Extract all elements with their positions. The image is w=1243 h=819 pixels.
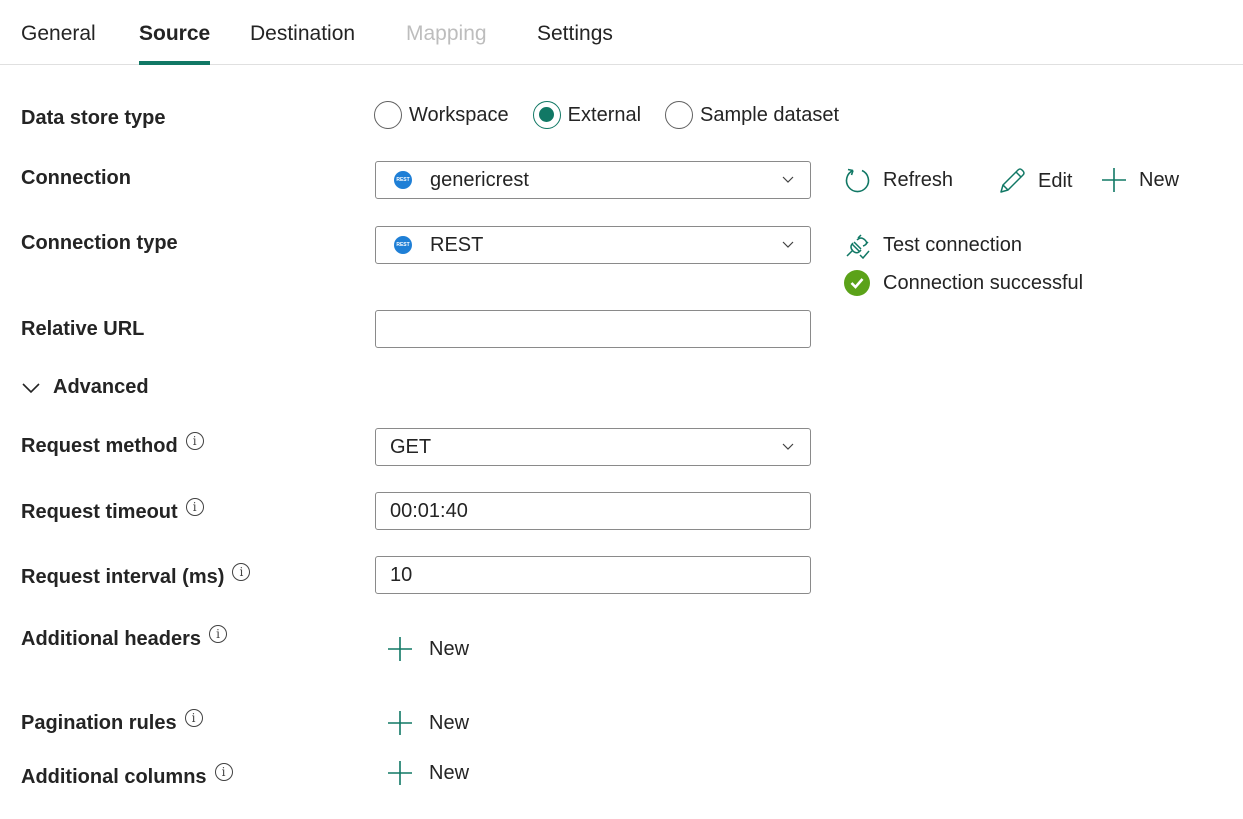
edit-button[interactable]: Edit <box>998 167 1072 195</box>
request-method-value: GET <box>390 435 432 458</box>
radio-sample-dataset[interactable]: Sample dataset <box>665 101 839 129</box>
request-interval-text: Request interval (ms) <box>21 566 225 588</box>
refresh-button[interactable]: Refresh <box>844 167 953 194</box>
radio-label: External <box>567 103 642 126</box>
data-store-type-radio-group: Workspace External Sample dataset <box>374 101 863 129</box>
rest-icon: REST <box>394 171 412 189</box>
active-tab-indicator <box>139 61 210 65</box>
tab-settings[interactable]: Settings <box>537 22 613 46</box>
plus-icon <box>1102 168 1126 192</box>
additional-headers-text: Additional headers <box>21 628 202 650</box>
test-connection-label: Test connection <box>883 234 1022 256</box>
plus-icon <box>388 637 412 661</box>
relative-url-input[interactable] <box>375 310 811 348</box>
info-icon[interactable]: i <box>232 562 251 581</box>
tab-source[interactable]: Source <box>139 22 210 46</box>
info-icon[interactable]: i <box>209 624 228 643</box>
request-timeout-label: Request timeout i <box>21 497 204 524</box>
pencil-icon <box>1000 168 1025 193</box>
plus-icon <box>388 711 412 735</box>
info-icon[interactable]: i <box>185 431 204 450</box>
info-icon[interactable]: i <box>214 762 233 781</box>
chevron-down-icon <box>22 382 40 393</box>
add-header-button[interactable]: New <box>387 636 469 662</box>
advanced-toggle[interactable]: Advanced <box>21 376 149 399</box>
info-icon[interactable]: i <box>184 708 203 727</box>
plug-check-icon <box>846 234 870 259</box>
radio-circle-icon <box>665 101 694 129</box>
tab-general[interactable]: General <box>21 22 96 46</box>
pagination-rules-label: Pagination rules i <box>21 708 203 735</box>
refresh-label: Refresh <box>883 169 954 191</box>
radio-circle-icon <box>374 101 402 129</box>
test-connection-button[interactable]: Test connection <box>844 232 1022 259</box>
connection-status-text: Connection successful <box>883 271 1084 294</box>
tab-mapping: Mapping <box>406 22 487 45</box>
new-label: New <box>429 761 470 784</box>
request-interval-input[interactable]: 10 <box>375 556 811 594</box>
radio-checked-icon <box>532 101 561 129</box>
connection-type-dropdown[interactable]: REST REST <box>375 226 811 264</box>
radio-label: Sample dataset <box>700 103 840 126</box>
chevron-down-icon <box>782 241 794 248</box>
add-column-button[interactable]: New <box>387 760 469 786</box>
request-method-label: Request method i <box>21 431 204 458</box>
tab-destination[interactable]: Destination <box>250 22 355 46</box>
request-interval-label: Request interval (ms) i <box>21 562 251 589</box>
additional-headers-label: Additional headers i <box>21 624 228 651</box>
new-connection-button[interactable]: New <box>1101 167 1179 193</box>
chevron-down-icon <box>782 443 794 450</box>
data-store-type-label: Data store type <box>21 107 166 129</box>
connection-value: genericrest <box>430 168 529 191</box>
radio-workspace[interactable]: Workspace <box>374 101 509 129</box>
request-timeout-input[interactable]: 00:01:40 <box>375 492 811 530</box>
chevron-down-icon <box>782 176 794 183</box>
radio-label: Workspace <box>409 103 509 126</box>
connection-label: Connection <box>21 167 131 189</box>
request-method-dropdown[interactable]: GET <box>375 428 811 466</box>
info-icon[interactable]: i <box>185 497 204 516</box>
connection-status: Connection successful <box>844 270 1083 296</box>
additional-columns-label: Additional columns i <box>21 762 233 789</box>
success-check-icon <box>844 270 870 296</box>
tab-bar: General Source Destination Mapping Setti… <box>0 0 1243 65</box>
edit-label: Edit <box>1038 169 1073 192</box>
request-method-text: Request method <box>21 435 178 457</box>
connection-type-label: Connection type <box>21 232 178 254</box>
refresh-icon <box>845 168 870 193</box>
pagination-rules-text: Pagination rules <box>21 712 177 734</box>
plus-icon <box>388 761 412 785</box>
connection-dropdown[interactable]: REST genericrest <box>375 161 811 199</box>
additional-columns-text: Additional columns <box>21 766 207 788</box>
new-label: New <box>1139 168 1180 191</box>
new-label: New <box>429 637 470 660</box>
new-label: New <box>429 711 470 734</box>
relative-url-label: Relative URL <box>21 318 145 340</box>
rest-icon: REST <box>394 236 412 254</box>
connection-type-value: REST <box>430 233 484 256</box>
radio-external[interactable]: External <box>532 101 642 129</box>
request-timeout-text: Request timeout <box>21 501 178 523</box>
add-pagination-rule-button[interactable]: New <box>387 710 469 736</box>
advanced-label: Advanced <box>53 376 149 398</box>
